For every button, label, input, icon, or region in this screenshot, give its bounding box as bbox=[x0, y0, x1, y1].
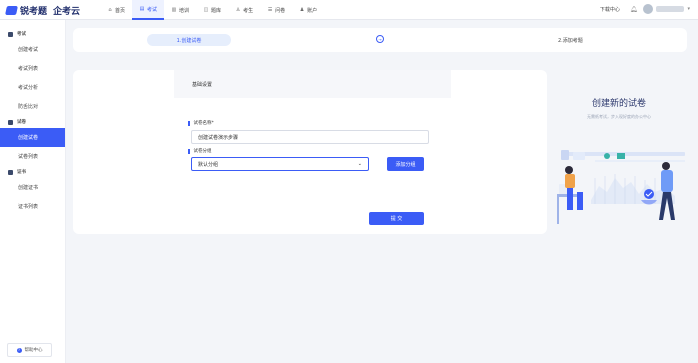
nav-training[interactable]: ▥ 培训 bbox=[164, 0, 196, 20]
sidebar-item-create-exam[interactable]: 创建考试 bbox=[0, 40, 65, 59]
survey-icon: ☰ bbox=[267, 7, 273, 13]
nav-home[interactable]: ⌂ 首页 bbox=[100, 0, 132, 20]
sidebar-item-exam-analysis[interactable]: 考试分析 bbox=[0, 78, 65, 97]
sidebar-group-exam: 考试 bbox=[0, 28, 65, 40]
intro-panel: 创建新的试卷 无需纸考试，步入现好度的办公中心 bbox=[551, 70, 687, 240]
training-icon: ▥ bbox=[171, 7, 177, 13]
help-icon: ? bbox=[16, 347, 22, 353]
sidebar-item-paper-list[interactable]: 试卷列表 bbox=[0, 147, 65, 166]
sidebar-item-exam-list[interactable]: 考试列表 bbox=[0, 59, 65, 78]
chevron-down-icon: ⌄ bbox=[357, 161, 362, 167]
arrow-right-icon: → bbox=[376, 35, 384, 43]
top-bar: 锐考题 企考云 ⌂ 首页 ▤ 考试 ▥ 培训 ◫ 题库 ♙ 考生 ☰ 问卷 ♟ 账户 下载中心… bbox=[0, 0, 698, 20]
paper-group-icon bbox=[8, 119, 13, 125]
paper-name-label: 试卷名称* bbox=[188, 120, 214, 126]
sidebar-item-create-certificate[interactable]: 创建证书 bbox=[0, 178, 65, 197]
logo-icon bbox=[5, 6, 18, 15]
sidebar: 考试 创建考试 考试列表 考试分析 防舌比对 试卷 创建试卷 试卷列表 证书 创… bbox=[0, 20, 66, 363]
account-icon: ♟ bbox=[299, 7, 305, 13]
add-category-button[interactable]: 添加分组 bbox=[387, 157, 424, 171]
exam-group-icon bbox=[8, 31, 13, 37]
avatar[interactable] bbox=[643, 4, 654, 14]
step-create-paper[interactable]: 1.创建试卷 bbox=[147, 34, 231, 46]
sidebar-item-certificate-list[interactable]: 证书列表 bbox=[0, 197, 65, 216]
sidebar-group-certificate: 证书 bbox=[0, 166, 65, 178]
certificate-group-icon bbox=[8, 169, 13, 175]
sidebar-group-paper: 试卷 bbox=[0, 116, 65, 128]
chevron-down-icon[interactable]: ▾ bbox=[687, 6, 690, 12]
step-add-questions[interactable]: 2.添加考题 bbox=[558, 34, 583, 46]
nav-exam[interactable]: ▤ 考试 bbox=[132, 0, 165, 20]
paper-category-select[interactable]: 默认分组 ⌄ bbox=[191, 157, 369, 171]
download-center-link[interactable]: 下载中心 bbox=[600, 6, 620, 13]
nav-account[interactable]: ♟ 账户 bbox=[292, 0, 324, 20]
sidebar-item-create-paper[interactable]: 创建试卷 bbox=[0, 128, 65, 147]
brand-secondary: 企考云 bbox=[53, 7, 81, 17]
exam-icon: ▤ bbox=[139, 6, 145, 12]
steps-bar: 1.创建试卷 → 2.添加考题 bbox=[73, 28, 687, 52]
paper-category-label: 试卷分组 bbox=[188, 148, 212, 154]
office-illustration bbox=[557, 150, 685, 224]
help-center-button[interactable]: ? 帮助中心 bbox=[7, 343, 52, 357]
intro-subtitle: 无需纸考试，步入现好度的办公中心 bbox=[587, 114, 651, 119]
username[interactable] bbox=[656, 6, 685, 12]
main-nav: ⌂ 首页 ▤ 考试 ▥ 培训 ◫ 题库 ♙ 考生 ☰ 问卷 ♟ 账户 bbox=[100, 0, 324, 20]
paper-name-input[interactable]: 创建试卷演示步骤 bbox=[191, 130, 429, 144]
nav-examinee[interactable]: ♙ 考生 bbox=[228, 0, 260, 20]
intro-title: 创建新的试卷 bbox=[591, 99, 646, 109]
submit-button[interactable]: 提 交 bbox=[369, 212, 424, 225]
examinee-icon: ♙ bbox=[235, 7, 241, 13]
question-bank-icon: ◫ bbox=[203, 7, 209, 13]
sidebar-item-compare[interactable]: 防舌比对 bbox=[0, 97, 65, 116]
form-card: 基础设置 试卷名称* 创建试卷演示步骤 试卷分组 默认分组 ⌄ 添加分组 提 交 bbox=[73, 70, 547, 234]
top-right-tools: 下载中心 🔔︎ ▾ bbox=[600, 4, 690, 14]
logo[interactable]: 锐考题 企考云 bbox=[5, 4, 81, 17]
nav-question-bank[interactable]: ◫ 题库 bbox=[196, 0, 228, 20]
brand-primary: 锐考题 bbox=[20, 7, 48, 17]
home-icon: ⌂ bbox=[108, 7, 112, 13]
nav-survey[interactable]: ☰ 问卷 bbox=[260, 0, 292, 20]
tab-basic-settings[interactable]: 基础设置 bbox=[174, 70, 451, 98]
bell-icon[interactable]: 🔔︎ bbox=[630, 6, 638, 13]
